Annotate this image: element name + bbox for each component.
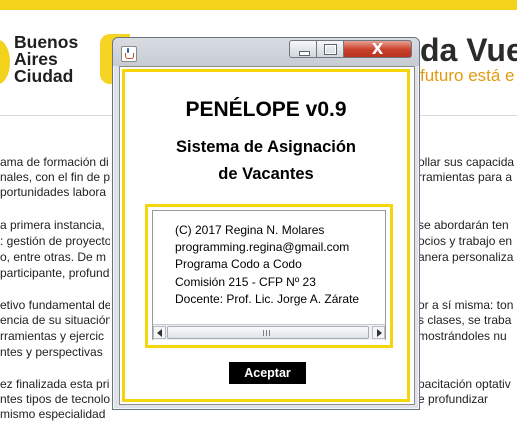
credits-text: (C) 2017 Regina N. Molares programming.r… <box>175 222 359 308</box>
close-icon: X <box>371 40 384 58</box>
credits-line: Programa Codo a Codo <box>175 257 302 272</box>
page-text-line: or a sí misma: ton <box>418 298 514 312</box>
page-text-line: e profundizar <box>418 392 489 406</box>
top-yellow-strip <box>0 0 517 10</box>
page-text-line: ntes y perspectivas <box>0 345 103 359</box>
page-text-line: ocios y trabajo en <box>418 234 513 248</box>
maximize-button[interactable] <box>317 40 344 58</box>
page-text-line: portunidades labora <box>0 185 107 199</box>
scroll-left-arrow-icon <box>157 329 162 337</box>
page-text-line: participante, profund <box>0 266 110 280</box>
scroll-left-button[interactable] <box>153 326 166 339</box>
dialog-content: PENÉLOPE v0.9 Sistema de Asignación de V… <box>119 66 415 405</box>
hero-title: da Vue <box>420 32 517 68</box>
maximize-icon <box>324 44 337 55</box>
credits-line: (C) 2017 Regina N. Molares <box>175 223 325 237</box>
accept-button[interactable]: Aceptar <box>229 362 306 384</box>
page-text-line: o, entre otras. De m <box>0 250 107 264</box>
minimize-icon <box>299 51 310 56</box>
site-logo[interactable]: Buenos Aires Ciudad <box>14 33 104 86</box>
credits-frame: (C) 2017 Regina N. Molares programming.r… <box>145 204 393 348</box>
page-text-line: rramientas para a <box>418 170 513 184</box>
page-text-line: mismo especialidad <box>0 407 106 421</box>
page-text-line: ez finalizada esta pri <box>0 377 110 391</box>
close-button[interactable]: X <box>344 40 412 58</box>
app-subtitle-line1: Sistema de Asignación <box>175 138 357 156</box>
scroll-grip-icon <box>263 330 271 336</box>
scroll-right-arrow-icon <box>377 329 382 337</box>
page-text-line: ama de formación di <box>0 155 109 169</box>
credits-scroll-pane[interactable]: (C) 2017 Regina N. Molares programming.r… <box>152 210 386 340</box>
java-cup-icon[interactable] <box>121 46 137 62</box>
page-text-line: anera personaliza <box>418 250 514 264</box>
dialog-titlebar[interactable]: X <box>113 38 419 66</box>
about-dialog: X PENÉLOPE v0.9 Sistema de Asignación de… <box>112 37 420 410</box>
scroll-thumb[interactable] <box>167 326 369 339</box>
page-text-line: nales, con el fin de p <box>0 170 110 184</box>
page-text-line: rramientas y ejercic <box>0 329 105 343</box>
credits-line: Comisión 215 - CFP Nº 23 <box>175 274 316 289</box>
hero-subtitle: futuro está e <box>420 66 515 85</box>
app-name: PENÉLOPE v0.9 <box>185 98 347 121</box>
logo-mark <box>0 40 10 84</box>
page-text-line: etivo fundamental de <box>0 298 110 312</box>
page-text-line: encia de su situación <box>0 313 110 327</box>
logo-line: Ciudad <box>14 66 74 86</box>
page-text-line: se abordarán ten <box>418 218 509 232</box>
credits-line: programming.regina@gmail.com <box>175 240 350 255</box>
page-text-line: ntes tipos de tecnolo <box>0 392 110 406</box>
page-text-line: s clases, se traba <box>418 313 512 327</box>
credits-line: Docente: Prof. Lic. Jorge A. Zárate <box>175 291 360 306</box>
page-text-line: : gestión de proyecto <box>0 234 110 248</box>
minimize-button[interactable] <box>289 40 317 58</box>
horizontal-scrollbar[interactable] <box>153 324 385 340</box>
page-text-line: ollar sus capacida <box>418 155 515 169</box>
page-text-line: pacitación optativ <box>418 377 511 391</box>
content-frame: PENÉLOPE v0.9 Sistema de Asignación de V… <box>122 69 410 402</box>
page-text-line: a primera instancia, <box>0 218 105 232</box>
app-subtitle-line2: de Vacantes <box>218 165 314 183</box>
page-text-line: mostrándoles nu <box>418 329 507 343</box>
scroll-right-button[interactable] <box>372 326 385 339</box>
